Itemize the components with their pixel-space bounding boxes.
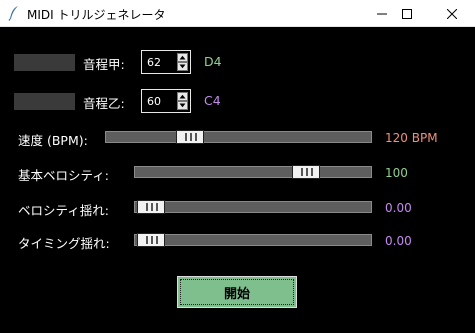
pitch-b-label: 音程乙: [83, 96, 125, 111]
window-title: MIDI トリルジェネレータ [27, 8, 166, 22]
pitch-b-spin-arrows[interactable] [177, 92, 188, 110]
chevron-down-icon [179, 64, 186, 69]
pitch-b-indicator [14, 93, 75, 110]
maximize-button[interactable] [384, 0, 430, 27]
pitch-b-increment-button[interactable] [177, 92, 188, 101]
base-velocity-value: 100 [385, 166, 408, 180]
feather-icon [8, 6, 18, 21]
velocity-jitter-value: 0.00 [385, 201, 412, 215]
tempo-slider[interactable] [105, 130, 372, 144]
pitch-b-decrement-button[interactable] [177, 101, 188, 110]
chevron-up-icon [179, 55, 186, 60]
chevron-up-icon [179, 94, 186, 99]
pitch-b-spinbox[interactable]: 60 [141, 89, 191, 113]
close-button[interactable] [429, 0, 475, 27]
close-icon [447, 8, 457, 19]
timing-jitter-label: タイミング揺れ: [18, 236, 110, 251]
title-bar: MIDI トリルジェネレータ [0, 0, 475, 27]
start-button[interactable]: 開始 [177, 276, 297, 308]
tempo-value: 120 BPM [385, 131, 438, 145]
base-velocity-slider[interactable] [134, 165, 372, 179]
pitch-a-value[interactable]: 62 [147, 56, 161, 69]
timing-jitter-value: 0.00 [385, 234, 412, 248]
timing-jitter-slider-thumb[interactable] [137, 233, 165, 247]
velocity-jitter-label: ベロシティ揺れ: [18, 203, 109, 218]
pitch-b-note-name: C4 [204, 93, 221, 108]
start-button-label: 開始 [223, 286, 250, 302]
velocity-jitter-slider[interactable] [134, 200, 372, 214]
main-panel: 音程甲: 62 D4 音程乙: 60 C4 速度 (BPM): 120 BPM … [0, 27, 475, 333]
timing-jitter-slider[interactable] [134, 233, 372, 247]
pitch-a-label: 音程甲: [83, 57, 125, 72]
pitch-a-spin-arrows[interactable] [177, 53, 188, 71]
base-velocity-slider-thumb[interactable] [292, 165, 321, 179]
pitch-b-value[interactable]: 60 [147, 95, 161, 108]
pitch-a-decrement-button[interactable] [177, 62, 188, 71]
pitch-a-indicator [14, 54, 75, 71]
pitch-a-note-name: D4 [204, 54, 222, 69]
tempo-label: 速度 (BPM): [18, 133, 88, 148]
velocity-jitter-slider-thumb[interactable] [137, 200, 165, 214]
tempo-slider-thumb[interactable] [175, 130, 204, 144]
base-velocity-label: 基本ベロシティ: [18, 168, 109, 183]
chevron-down-icon [179, 103, 186, 108]
pitch-a-spinbox[interactable]: 62 [141, 50, 191, 74]
maximize-icon [402, 8, 412, 19]
pitch-a-increment-button[interactable] [177, 53, 188, 62]
